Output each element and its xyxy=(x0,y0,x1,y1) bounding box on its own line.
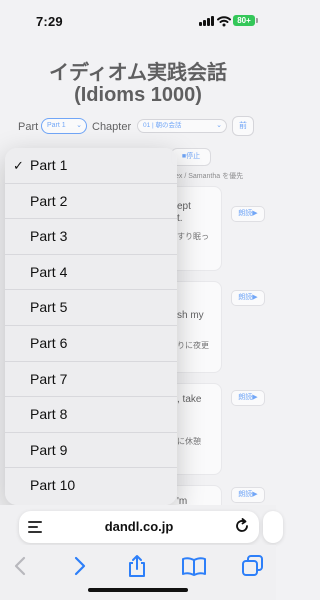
status-bar: 7:29 80+ xyxy=(0,0,276,38)
status-time: 7:29 xyxy=(36,14,63,29)
part-dropdown-menu: ✓ Part 1 Part 2 Part 3 Part 4 Part 5 Par… xyxy=(5,148,177,505)
dropdown-option-part-6[interactable]: Part 6 xyxy=(5,326,177,362)
battery-indicator: 80+ xyxy=(233,15,258,26)
option-label: Part 5 xyxy=(30,299,68,316)
dropdown-option-part-1[interactable]: ✓ Part 1 xyxy=(5,148,177,184)
dropdown-option-part-10[interactable]: Part 10 xyxy=(5,468,177,504)
option-label: Part 4 xyxy=(30,263,68,280)
bookmarks-icon[interactable] xyxy=(181,553,207,579)
checkmark-icon: ✓ xyxy=(13,158,24,173)
dropdown-option-part-3[interactable]: Part 3 xyxy=(5,219,177,255)
option-label: Part 9 xyxy=(30,441,68,458)
share-icon[interactable] xyxy=(124,553,150,579)
url-text: dandl.co.jp xyxy=(104,519,174,534)
reload-icon[interactable] xyxy=(233,517,251,535)
option-label: Part 10 xyxy=(30,477,76,494)
home-indicator xyxy=(88,588,188,592)
address-bar-area: dandl.co.jp xyxy=(0,505,283,545)
dropdown-option-part-8[interactable]: Part 8 xyxy=(5,397,177,433)
forward-icon[interactable] xyxy=(66,553,92,579)
option-label: Part 8 xyxy=(30,406,68,423)
option-label: Part 1 xyxy=(30,157,68,173)
next-tab-preview[interactable] xyxy=(263,511,283,543)
dropdown-option-part-9[interactable]: Part 9 xyxy=(5,433,177,469)
option-label: Part 3 xyxy=(30,228,68,245)
dropdown-option-part-4[interactable]: Part 4 xyxy=(5,255,177,291)
dropdown-option-part-2[interactable]: Part 2 xyxy=(5,184,177,220)
option-label: Part 2 xyxy=(30,192,68,209)
dropdown-option-part-5[interactable]: Part 5 xyxy=(5,290,177,326)
dropdown-option-part-7[interactable]: Part 7 xyxy=(5,362,177,398)
address-bar[interactable]: dandl.co.jp xyxy=(19,511,259,543)
option-label: Part 6 xyxy=(30,335,68,351)
wifi-icon xyxy=(217,16,231,27)
tabs-icon[interactable] xyxy=(240,553,266,579)
back-icon[interactable] xyxy=(8,553,34,579)
cellular-signal-icon xyxy=(199,16,215,26)
option-label: Part 7 xyxy=(30,370,68,387)
